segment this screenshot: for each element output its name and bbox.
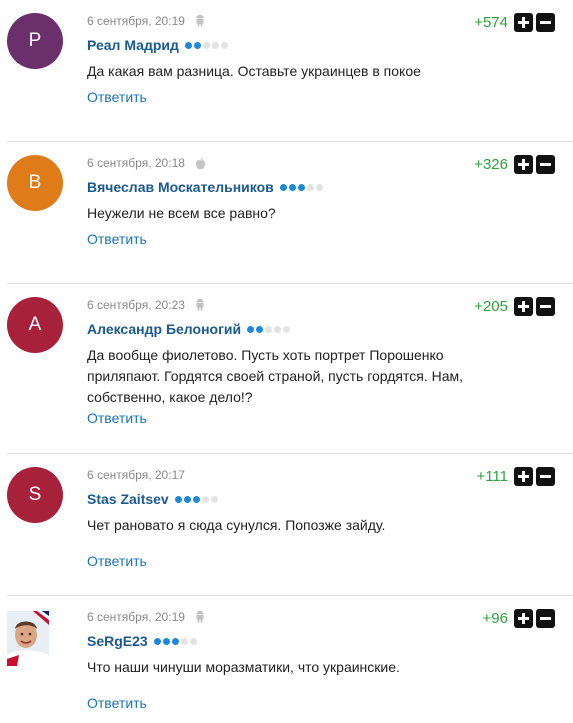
comment-meta: 6 сентября, 20:19 xyxy=(87,14,205,28)
upvote-button[interactable] xyxy=(514,609,533,628)
avatar-letter: Р xyxy=(28,30,42,51)
vote-score: +574 xyxy=(474,14,508,31)
rating-dots xyxy=(173,495,218,503)
comment-date: 6 сентября, 20:23 xyxy=(87,298,185,312)
vote-controls: +574 xyxy=(474,13,555,32)
vote-controls: +96 xyxy=(483,609,555,628)
comment-text: Неужели не всем все равно? xyxy=(87,205,276,221)
upvote-button[interactable] xyxy=(514,467,533,486)
comment-date: 6 сентября, 20:19 xyxy=(87,610,185,624)
author-name[interactable]: Вячеслав Москательников xyxy=(87,179,274,195)
vote-score: +326 xyxy=(474,156,508,173)
downvote-button[interactable] xyxy=(536,13,555,32)
comment-item: 6 сентября, 20:19 SeRgE23 Что наши чинуш… xyxy=(0,596,573,723)
vote-score: +96 xyxy=(482,610,508,627)
android-icon xyxy=(195,15,205,27)
downvote-button[interactable] xyxy=(536,467,555,486)
comment-meta: 6 сентября, 20:23 xyxy=(87,298,205,312)
rating-dots xyxy=(278,183,323,191)
comment-meta: 6 сентября, 20:17 xyxy=(87,468,185,482)
comment-text: Чет рановато я сюда сунулся. Попозже зай… xyxy=(87,517,386,533)
upvote-button[interactable] xyxy=(514,155,533,174)
comment-meta: 6 сентября, 20:19 xyxy=(87,610,205,624)
reply-link[interactable]: Ответить xyxy=(87,231,147,247)
rating-dots xyxy=(183,41,228,49)
downvote-button[interactable] xyxy=(536,297,555,316)
author[interactable]: Александр Белоногий xyxy=(87,321,291,337)
comment-text: Что наши чинуши моразматики, что украинс… xyxy=(87,659,400,675)
comment-date: 6 сентября, 20:18 xyxy=(87,156,185,170)
avatar-letter: S xyxy=(28,484,42,505)
comment-text: Да какая вам разница. Оставьте украинцев… xyxy=(87,63,421,79)
reply-link[interactable]: Ответить xyxy=(87,695,147,711)
android-icon xyxy=(195,299,205,311)
rating-dots xyxy=(152,637,197,645)
vote-controls: +326 xyxy=(474,155,555,174)
comment-text: Да вообще фиолетово. Пусть хоть портрет … xyxy=(87,347,464,405)
author[interactable]: SeRgE23 xyxy=(87,633,197,649)
upvote-button[interactable] xyxy=(514,297,533,316)
vote-score: +111 xyxy=(476,468,508,485)
comment-date: 6 сентября, 20:19 xyxy=(87,14,185,28)
user-photo-icon xyxy=(7,611,49,666)
avatar[interactable] xyxy=(7,611,49,666)
comment-item: S 6 сентября, 20:17 Stas Zaitsev Чет ран… xyxy=(0,454,573,596)
avatar[interactable]: В xyxy=(7,155,63,211)
vote-controls: +205 xyxy=(474,297,555,316)
upvote-button[interactable] xyxy=(514,13,533,32)
downvote-button[interactable] xyxy=(536,609,555,628)
reply-link[interactable]: Ответить xyxy=(87,553,147,569)
author-name[interactable]: Stas Zaitsev xyxy=(87,491,169,507)
avatar[interactable]: Р xyxy=(7,13,63,69)
vote-score: +205 xyxy=(474,298,508,315)
author-name[interactable]: Александр Белоногий xyxy=(87,321,241,337)
vote-controls: +111 xyxy=(476,467,555,486)
reply-link[interactable]: Ответить xyxy=(87,89,147,105)
android-icon xyxy=(195,611,205,623)
author-name[interactable]: SeRgE23 xyxy=(87,633,148,649)
avatar-letter: А xyxy=(28,314,42,335)
comment-item: А 6 сентября, 20:23 Александр Белоногий … xyxy=(0,284,573,454)
comment-meta: 6 сентября, 20:18 xyxy=(87,156,206,170)
rating-dots xyxy=(245,325,291,333)
downvote-button[interactable] xyxy=(536,155,555,174)
comment-item: В 6 сентября, 20:18 Вячеслав Москательни… xyxy=(0,142,573,284)
apple-icon xyxy=(195,157,206,170)
avatar[interactable]: А xyxy=(7,297,63,353)
author[interactable]: Stas Zaitsev xyxy=(87,491,218,507)
author[interactable]: Реал Мадрид xyxy=(87,37,228,53)
author-name[interactable]: Реал Мадрид xyxy=(87,37,179,53)
author[interactable]: Вячеслав Москательников xyxy=(87,179,323,195)
avatar[interactable]: S xyxy=(7,467,63,523)
avatar-letter: В xyxy=(28,172,42,193)
reply-link[interactable]: Ответить xyxy=(87,410,147,426)
comment-date: 6 сентября, 20:17 xyxy=(87,468,185,482)
comment-item: Р 6 сентября, 20:19 Реал Мадрид Да какая… xyxy=(0,0,573,142)
